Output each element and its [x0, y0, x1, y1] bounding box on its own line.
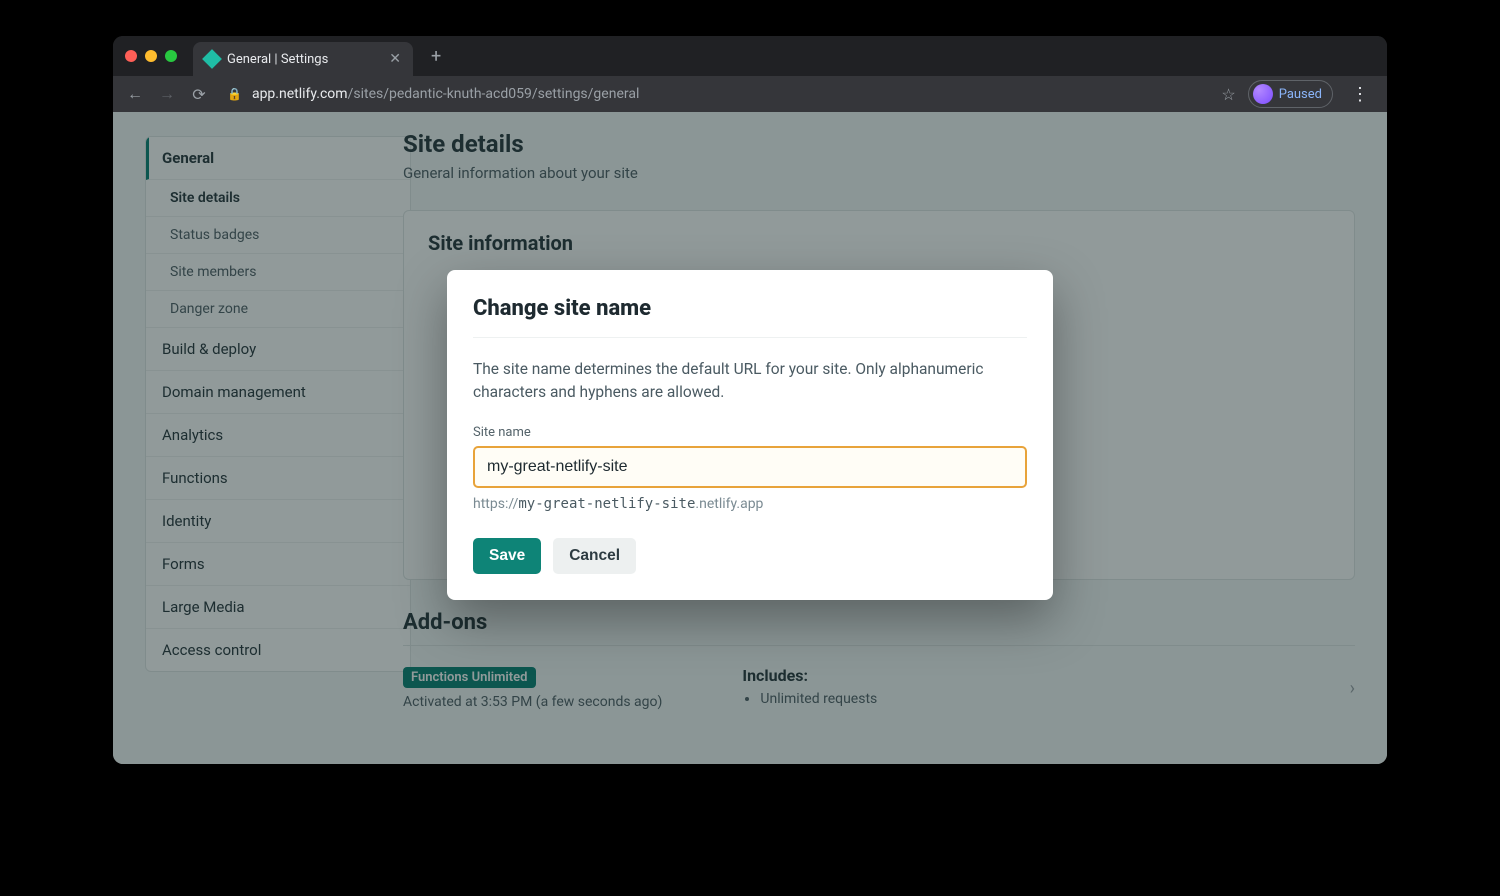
change-site-name-modal: Change site name The site name determine…	[447, 270, 1053, 600]
maximize-window-icon[interactable]	[165, 50, 177, 62]
profile-paused-chip[interactable]: Paused	[1248, 80, 1333, 108]
url-field[interactable]: 🔒 app.netlify.com/sites/pedantic-knuth-a…	[221, 86, 1209, 102]
tab-title: General | Settings	[227, 52, 328, 67]
bookmark-icon[interactable]: ☆	[1221, 85, 1235, 104]
minimize-window-icon[interactable]	[145, 50, 157, 62]
browser-tab[interactable]: General | Settings ✕	[193, 42, 413, 76]
paused-label: Paused	[1279, 87, 1322, 102]
modal-title: Change site name	[473, 296, 1027, 338]
modal-overlay[interactable]: Change site name The site name determine…	[113, 112, 1387, 764]
site-name-label: Site name	[473, 425, 1027, 440]
url-prefix: https://	[473, 496, 518, 512]
close-window-icon[interactable]	[125, 50, 137, 62]
url-host: app.netlify.com	[252, 86, 348, 102]
modal-actions: Save Cancel	[473, 538, 1027, 574]
new-tab-button[interactable]: +	[423, 42, 449, 71]
netlify-favicon-icon	[202, 49, 222, 69]
reload-icon[interactable]: ⟳	[189, 85, 209, 104]
viewport: General Site details Status badges Site …	[113, 112, 1387, 764]
avatar-icon	[1253, 84, 1273, 104]
url-path: /sites/pedantic-knuth-acd059/settings/ge…	[348, 86, 640, 102]
url-slug: my-great-netlify-site	[518, 496, 695, 512]
site-name-input[interactable]	[473, 446, 1027, 488]
tab-bar: General | Settings ✕ +	[113, 36, 1387, 76]
window-controls	[125, 50, 177, 62]
browser-window: General | Settings ✕ + ← → ⟳ 🔒 app.netli…	[113, 36, 1387, 764]
back-icon[interactable]: ←	[125, 84, 145, 104]
close-tab-icon[interactable]: ✕	[389, 51, 401, 67]
browser-menu-icon[interactable]: ⋮	[1345, 84, 1375, 105]
save-button[interactable]: Save	[473, 538, 541, 574]
address-bar: ← → ⟳ 🔒 app.netlify.com/sites/pedantic-k…	[113, 76, 1387, 112]
cancel-button[interactable]: Cancel	[553, 538, 636, 574]
modal-description: The site name determines the default URL…	[473, 358, 1027, 405]
url-suffix: .netlify.app	[695, 496, 763, 512]
site-url-preview: https://my-great-netlify-site.netlify.ap…	[473, 496, 1027, 512]
lock-icon: 🔒	[227, 87, 242, 101]
forward-icon[interactable]: →	[157, 84, 177, 104]
